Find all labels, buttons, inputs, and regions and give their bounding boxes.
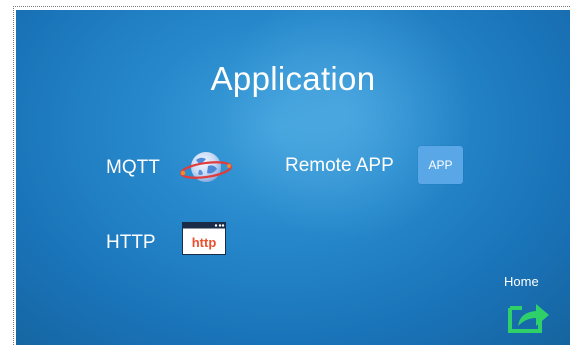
window-frame: Application MQTT Remote APP APP HTTP htt… — [0, 0, 570, 345]
http-label: HTTP — [106, 232, 156, 253]
frame-border-top — [13, 6, 570, 7]
application-screen: Application MQTT Remote APP APP HTTP htt… — [16, 10, 570, 345]
mqtt-label: MQTT — [106, 157, 160, 178]
home-label: Home — [504, 274, 539, 289]
home-share-icon[interactable] — [506, 296, 550, 334]
background-glow — [196, 10, 496, 240]
frame-border-left — [13, 6, 14, 345]
http-browser-icon[interactable]: http — [182, 222, 226, 255]
app-icon[interactable]: APP — [418, 146, 463, 184]
globe-orbit-icon[interactable] — [179, 148, 233, 188]
page-title: Application — [210, 60, 376, 97]
remote-app-label: Remote APP — [285, 155, 394, 176]
http-icon-text: http — [192, 235, 217, 250]
